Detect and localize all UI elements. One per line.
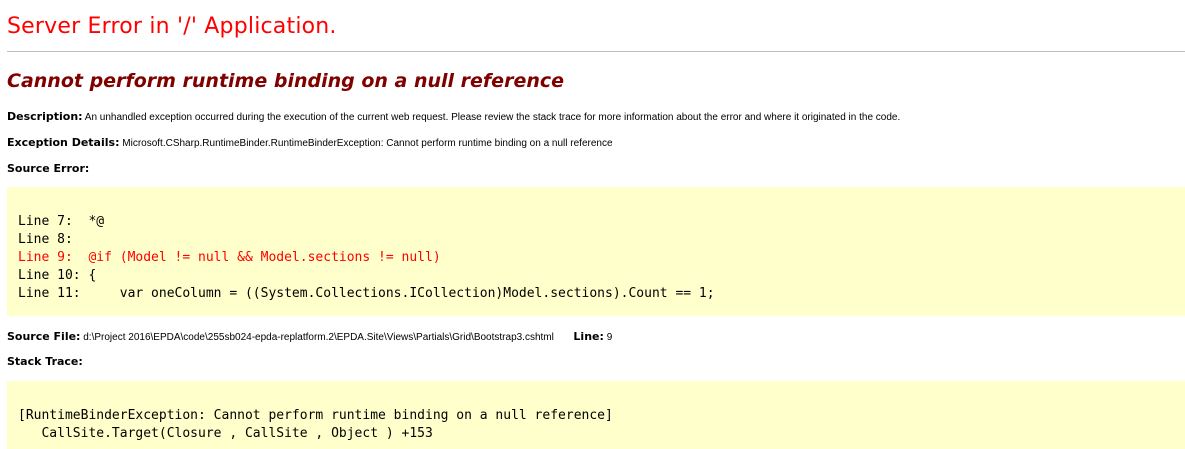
source-error-line: Line 9: @if (Model != null && Model.sect… (18, 250, 441, 265)
source-line: Line 11: var oneColumn = ((System.Collec… (18, 286, 715, 301)
title-divider (7, 51, 1185, 52)
stack-trace-code-block[interactable]: [RuntimeBinderException: Cannot perform … (7, 381, 1185, 449)
description-text: An unhandled exception occurred during t… (84, 112, 901, 123)
source-error-code-block[interactable]: Line 7: *@ Line 8: Line 9: @if (Model !=… (7, 187, 1185, 316)
stack-trace-label: Stack Trace: (7, 355, 83, 368)
error-subtitle: Cannot perform runtime binding on a null… (7, 70, 565, 92)
source-error-row: Source Error: (7, 162, 89, 175)
page-title: Server Error in '/' Application. (7, 14, 337, 39)
source-line-number: 9 (606, 332, 613, 343)
source-file-path: d:\Project 2016\EPDA\code\255sb024-epda-… (83, 332, 554, 343)
stack-trace-line: [RuntimeBinderException: Cannot perform … (18, 408, 613, 423)
source-file-row: Source File: d:\Project 2016\EPDA\code\2… (7, 330, 612, 343)
source-line: Line 10: { (18, 268, 97, 283)
description-row: Description: An unhandled exception occu… (7, 110, 900, 123)
stack-trace-row: Stack Trace: (7, 355, 83, 368)
description-label: Description: (7, 110, 83, 123)
source-error-label: Source Error: (7, 162, 90, 175)
source-line: Line 8: (18, 232, 73, 247)
source-line: Line 7: *@ (18, 214, 105, 229)
exception-details-row: Exception Details: Microsoft.CSharp.Runt… (7, 136, 613, 149)
source-line-label: Line: (573, 330, 604, 343)
exception-details-text: Microsoft.CSharp.RuntimeBinder.RuntimeBi… (122, 138, 613, 149)
source-file-label: Source File: (7, 330, 81, 343)
exception-details-label: Exception Details: (7, 136, 120, 149)
stack-trace-line: CallSite.Target(Closure , CallSite , Obj… (18, 426, 433, 441)
